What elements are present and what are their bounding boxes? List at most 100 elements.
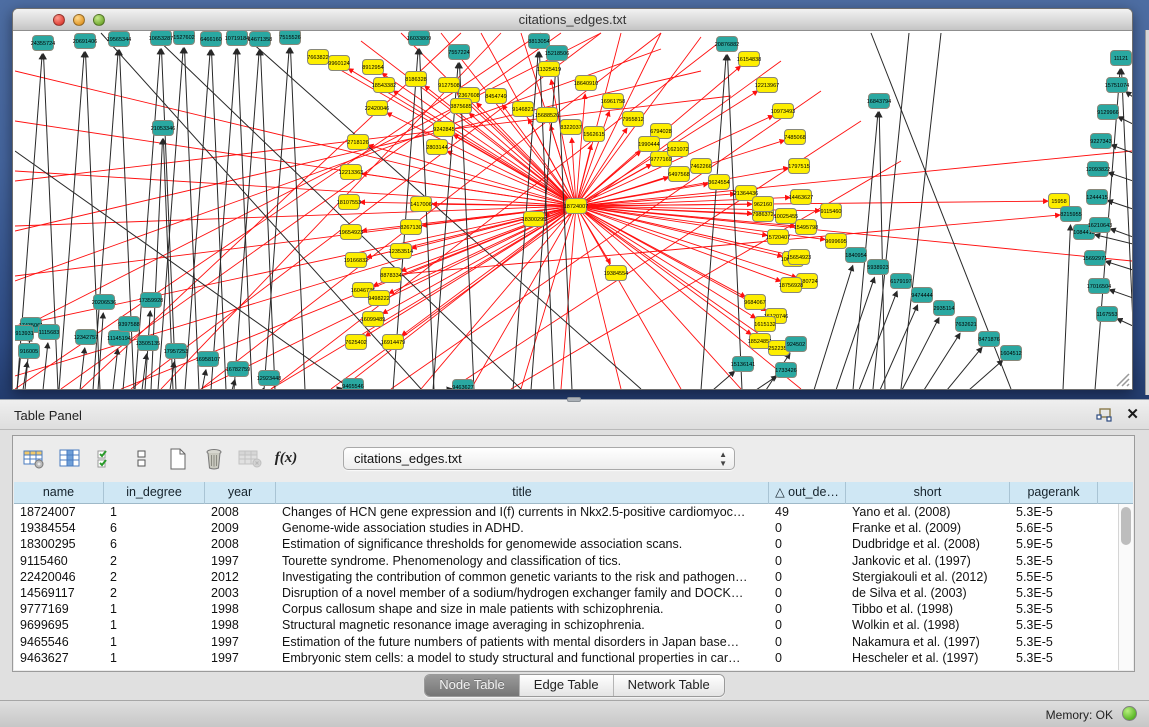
tab-network-table[interactable]: Network Table	[614, 675, 724, 696]
table-cell[interactable]: Wolkin et al. (1998)	[846, 617, 1010, 633]
table-cell[interactable]: 0	[769, 601, 846, 617]
table-cell[interactable]: 0	[769, 617, 846, 633]
table-cell[interactable]: 2	[104, 569, 205, 585]
table-cell[interactable]: 5.3E-5	[1010, 553, 1098, 569]
table-cell[interactable]: 0	[769, 520, 846, 536]
table-cell[interactable]: Stergiakouli et al. (2012)	[846, 569, 1010, 585]
table-cell[interactable]: Yano et al. (2008)	[846, 504, 1010, 520]
table-cell[interactable]: 22420046	[14, 569, 104, 585]
table-cell[interactable]: 5.3E-5	[1010, 650, 1098, 666]
table-cell[interactable]: Changes of HCN gene expression and I(f) …	[276, 504, 769, 520]
float-panel-icon[interactable]	[1096, 408, 1112, 422]
table-row[interactable]: 1830029562008Estimation of significance …	[14, 536, 1133, 552]
table-cell[interactable]: 2	[104, 553, 205, 569]
table-cell[interactable]: 5.9E-5	[1010, 536, 1098, 552]
table-cell[interactable]: Nakamura et al. (1997)	[846, 634, 1010, 650]
table-cell[interactable]: Estimation of the future numbers of pati…	[276, 634, 769, 650]
table-cell[interactable]: 1997	[205, 650, 276, 666]
table-cell[interactable]: 0	[769, 650, 846, 666]
table-cell[interactable]: Disruption of a novel member of a sodium…	[276, 585, 769, 601]
table-cell[interactable]: 0	[769, 634, 846, 650]
table-cell[interactable]: 9699695	[14, 617, 104, 633]
create-column-button[interactable]	[165, 446, 191, 472]
network-window-titlebar[interactable]: citations_edges.txt	[13, 9, 1132, 31]
table-cell[interactable]: 9465546	[14, 634, 104, 650]
table-cell[interactable]: 0	[769, 585, 846, 601]
table-cell[interactable]: Corpus callosum shape and size in male p…	[276, 601, 769, 617]
table-cell[interactable]: 2009	[205, 520, 276, 536]
table-cell[interactable]: Hescheler et al. (1997)	[846, 650, 1010, 666]
table-cell[interactable]: 5.3E-5	[1010, 634, 1098, 650]
table-cell[interactable]: 19384554	[14, 520, 104, 536]
table-cell[interactable]: 2	[104, 585, 205, 601]
table-cell[interactable]: 2008	[205, 536, 276, 552]
column-header-out_de[interactable]: △ out_de…	[769, 482, 846, 504]
table-cell[interactable]: 0	[769, 536, 846, 552]
table-cell[interactable]: 5.3E-5	[1010, 504, 1098, 520]
column-header-pagerank[interactable]: pagerank	[1010, 482, 1098, 504]
window-resize-grip[interactable]	[1114, 371, 1130, 387]
column-header-year[interactable]: year	[205, 482, 276, 504]
table-cell[interactable]: 9463627	[14, 650, 104, 666]
memory-status-indicator[interactable]	[1122, 706, 1137, 721]
table-cell[interactable]: 1997	[205, 553, 276, 569]
table-cell[interactable]: 5.3E-5	[1010, 585, 1098, 601]
table-cell[interactable]: Tibbo et al. (1998)	[846, 601, 1010, 617]
table-cell[interactable]: 14569117	[14, 585, 104, 601]
table-cell[interactable]: 1998	[205, 601, 276, 617]
table-cell[interactable]: de Silva et al. (2003)	[846, 585, 1010, 601]
table-row[interactable]: 946362711997Embryonic stem cells: a mode…	[14, 650, 1133, 666]
table-cell[interactable]: 1	[104, 504, 205, 520]
table-row[interactable]: 911546021997Tourette syndrome. Phenomeno…	[14, 553, 1133, 569]
table-cell[interactable]: 5.5E-5	[1010, 569, 1098, 585]
table-cell[interactable]: Embryonic stem cells: a model to study s…	[276, 650, 769, 666]
network-canvas[interactable]: 1872400718300295193845549777169649756874…	[15, 31, 1132, 389]
row-check-button[interactable]	[93, 446, 119, 472]
table-cell[interactable]: 0	[769, 569, 846, 585]
table-cell[interactable]: Franke et al. (2009)	[846, 520, 1010, 536]
table-cell[interactable]: 5.3E-5	[1010, 617, 1098, 633]
column-header-name[interactable]: name	[14, 482, 104, 504]
table-cell[interactable]: 1	[104, 650, 205, 666]
table-cell[interactable]: 1	[104, 617, 205, 633]
table-cell[interactable]: Dudbridge et al. (2008)	[846, 536, 1010, 552]
close-panel-icon[interactable]: ✕	[1126, 406, 1139, 424]
delete-table-button[interactable]	[237, 446, 263, 472]
table-cell[interactable]: Genome-wide association studies in ADHD.	[276, 520, 769, 536]
table-cell[interactable]: 1	[104, 601, 205, 617]
table-cell[interactable]: 1997	[205, 634, 276, 650]
table-row[interactable]: 1872400712008Changes of HCN gene express…	[14, 504, 1133, 520]
table-row[interactable]: 977716911998Corpus callosum shape and si…	[14, 601, 1133, 617]
table-cell[interactable]: 5.6E-5	[1010, 520, 1098, 536]
table-cell[interactable]: 1998	[205, 617, 276, 633]
delete-column-button[interactable]	[201, 446, 227, 472]
table-cell[interactable]: 0	[769, 553, 846, 569]
table-row[interactable]: 2242004622012Investigating the contribut…	[14, 569, 1133, 585]
column-header-title[interactable]: title	[276, 482, 769, 504]
column-header-short[interactable]: short	[846, 482, 1010, 504]
table-row[interactable]: 1938455462009Genome-wide association stu…	[14, 520, 1133, 536]
tab-edge-table[interactable]: Edge Table	[520, 675, 614, 696]
table-cell[interactable]: Jankovic et al. (1997)	[846, 553, 1010, 569]
table-cell[interactable]: 5.3E-5	[1010, 601, 1098, 617]
row-height-button[interactable]	[129, 446, 155, 472]
column-header-in_degree[interactable]: in_degree	[104, 482, 205, 504]
table-cell[interactable]: 6	[104, 520, 205, 536]
table-cell[interactable]: 6	[104, 536, 205, 552]
table-cell[interactable]: 9115460	[14, 553, 104, 569]
network-table-select[interactable]: citations_edges.txt ▲▼	[343, 447, 735, 470]
table-cell[interactable]: 18300295	[14, 536, 104, 552]
table-row[interactable]: 946554611997Estimation of the future num…	[14, 634, 1133, 650]
table-cell[interactable]: Tourette syndrome. Phenomenology and cla…	[276, 553, 769, 569]
table-cell[interactable]: 18724007	[14, 504, 104, 520]
table-cell[interactable]: 2003	[205, 585, 276, 601]
table-row[interactable]: 1456911722003Disruption of a novel membe…	[14, 585, 1133, 601]
tab-node-table[interactable]: Node Table	[425, 675, 520, 696]
table-scrollbar[interactable]	[1118, 504, 1133, 670]
table-cell[interactable]: Estimation of significance thresholds fo…	[276, 536, 769, 552]
table-mode-button[interactable]	[21, 446, 47, 472]
table-cell[interactable]: Investigating the contribution of common…	[276, 569, 769, 585]
table-scrollbar-thumb[interactable]	[1121, 507, 1131, 545]
table-row[interactable]: 969969511998Structural magnetic resonanc…	[14, 617, 1133, 633]
table-cell[interactable]: 9777169	[14, 601, 104, 617]
